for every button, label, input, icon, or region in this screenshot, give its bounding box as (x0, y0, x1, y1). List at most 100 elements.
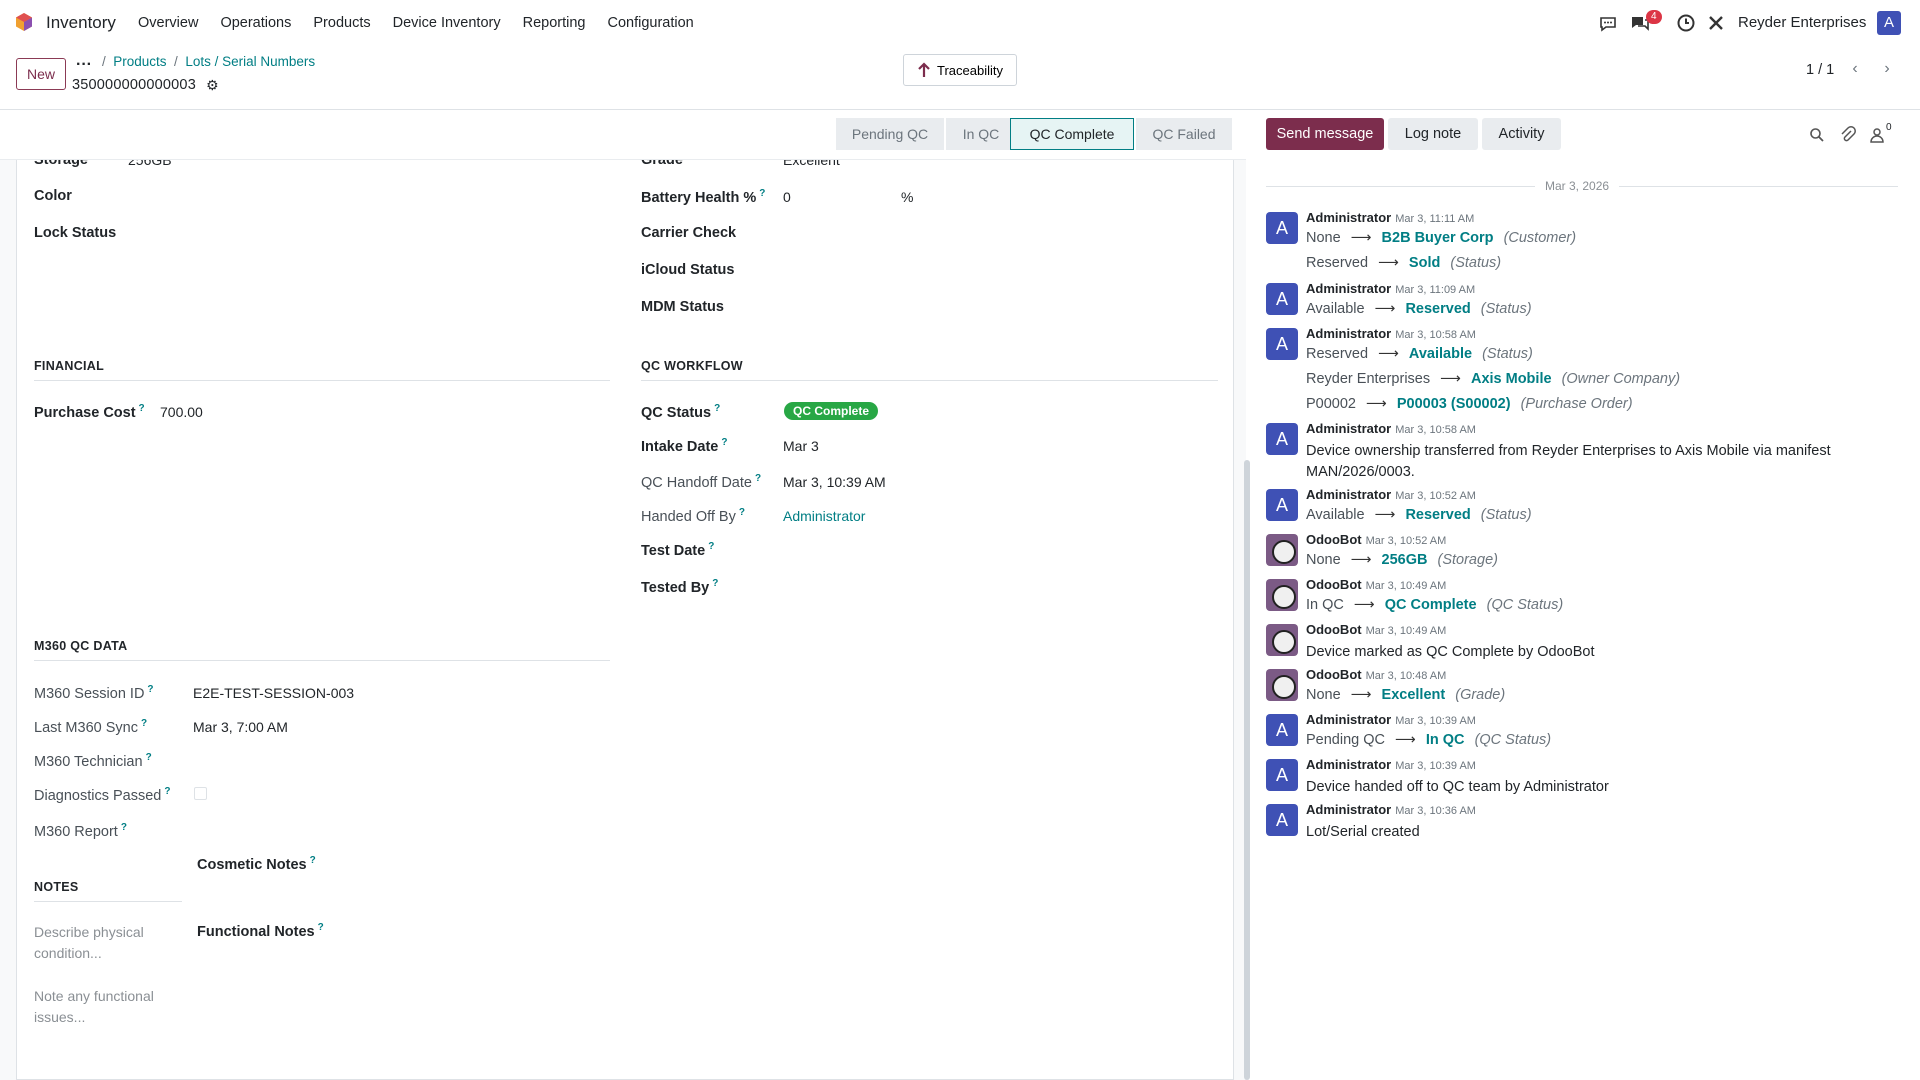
paperclip-icon[interactable] (1840, 126, 1856, 144)
traceability-button[interactable]: Traceability (903, 54, 1017, 86)
m360-session-label: M360 Session ID? (34, 684, 154, 702)
arrow-right-icon: ⟶ (1374, 301, 1396, 317)
qc-handoff-date-label: QC Handoff Date? (641, 473, 762, 491)
pager-value[interactable]: 1 / 1 (1806, 62, 1834, 78)
more-actions-icon[interactable]: ··· (76, 56, 92, 74)
old-value: None (1306, 552, 1341, 568)
message-author[interactable]: Administrator (1306, 487, 1391, 502)
old-value: P00002 (1306, 396, 1356, 412)
odoobot-avatar[interactable] (1266, 624, 1298, 656)
menu-operations[interactable]: Operations (220, 15, 291, 31)
search-icon[interactable] (1809, 127, 1825, 143)
send-message-button[interactable]: Send message (1266, 118, 1384, 150)
message-author[interactable]: OdooBot (1306, 667, 1362, 682)
battery-health-value[interactable]: 0 (783, 189, 791, 205)
tracking-line: None ⟶ 256GB (Storage) (1306, 552, 1498, 568)
last-m360-sync-value[interactable]: Mar 3, 7:00 AM (193, 719, 288, 735)
intake-date-value[interactable]: Mar 3 (783, 438, 819, 454)
field-name: (Purchase Order) (1520, 396, 1633, 412)
old-value: None (1306, 687, 1341, 703)
activity-button[interactable]: Activity (1482, 118, 1561, 150)
log-note-button[interactable]: Log note (1388, 118, 1478, 150)
new-button[interactable]: New (16, 58, 66, 90)
message-author[interactable]: OdooBot (1306, 532, 1362, 547)
message-author[interactable]: Administrator (1306, 712, 1391, 727)
user-avatar[interactable]: A (1266, 328, 1298, 360)
chat-bubble-icon[interactable] (1598, 13, 1618, 33)
menu-configuration[interactable]: Configuration (607, 15, 693, 31)
tested-by-label: Tested By? (641, 578, 719, 596)
message-time: Mar 3, 11:11 AM (1395, 213, 1475, 225)
stage-pending-qc[interactable]: Pending QC (836, 118, 944, 150)
message-author[interactable]: OdooBot (1306, 622, 1362, 637)
next-record-icon[interactable]: › (1876, 58, 1898, 80)
notification-badge: 4 (1646, 10, 1662, 24)
field-name: (QC Status) (1486, 597, 1564, 613)
tracking-line: Reserved ⟶ Available (Status) (1306, 346, 1533, 362)
stage-in-qc[interactable]: In QC (946, 118, 1016, 150)
arrow-up-icon (918, 62, 930, 77)
menu-products[interactable]: Products (313, 15, 370, 31)
gear-icon[interactable]: ⚙ (206, 77, 219, 94)
odoobot-avatar[interactable] (1266, 579, 1298, 611)
arrow-right-icon: ⟶ (1378, 346, 1399, 362)
field-name: (Status) (1480, 301, 1532, 317)
clock-icon[interactable] (1676, 13, 1696, 33)
user-avatar[interactable]: A (1877, 11, 1901, 35)
carrier-check-label: Carrier Check (641, 225, 737, 241)
control-panel: New ··· / Products / Lots / Serial Numbe… (0, 46, 1920, 110)
diagnostics-passed-checkbox[interactable] (194, 787, 207, 800)
message-author[interactable]: Administrator (1306, 326, 1391, 341)
user-avatar[interactable]: A (1266, 714, 1298, 746)
new-value: QC Complete (1384, 597, 1477, 613)
message-author[interactable]: Administrator (1306, 281, 1391, 296)
user-avatar[interactable]: A (1266, 212, 1298, 244)
old-value: Reserved (1306, 255, 1369, 271)
message-author[interactable]: Administrator (1306, 757, 1391, 772)
field-name: (Storage) (1437, 552, 1498, 568)
message-author[interactable]: Administrator (1306, 802, 1391, 817)
breadcrumb-lots[interactable]: Lots / Serial Numbers (185, 54, 315, 69)
company-switcher[interactable]: Reyder Enterprises (1738, 14, 1866, 31)
app-logo-icon[interactable] (14, 12, 34, 32)
test-date-label: Test Date? (641, 541, 715, 559)
odoobot-avatar[interactable] (1266, 534, 1298, 566)
handed-off-by-link[interactable]: Administrator (783, 508, 865, 524)
user-avatar[interactable]: A (1266, 804, 1298, 836)
form-scrollbar[interactable] (1244, 460, 1250, 1080)
top-navbar: Inventory Overview Operations Products D… (0, 0, 1920, 46)
arrow-right-icon: ⟶ (1374, 507, 1396, 523)
stage-qc-failed[interactable]: QC Failed (1136, 118, 1232, 150)
functional-notes-input[interactable]: Note any functional issues... (34, 986, 164, 1028)
tools-icon[interactable] (1706, 13, 1726, 33)
breadcrumb-products[interactable]: Products (113, 54, 166, 69)
menu-reporting[interactable]: Reporting (523, 15, 586, 31)
qc-handoff-date-value[interactable]: Mar 3, 10:39 AM (783, 474, 886, 490)
new-value: Excellent (1381, 687, 1446, 703)
purchase-cost-value[interactable]: 700.00 (160, 404, 203, 420)
message-author[interactable]: Administrator (1306, 421, 1391, 436)
followers-icon[interactable] (1870, 127, 1884, 143)
menu-device-inventory[interactable]: Device Inventory (393, 15, 501, 31)
user-avatar[interactable]: A (1266, 759, 1298, 791)
odoobot-avatar[interactable] (1266, 669, 1298, 701)
app-name[interactable]: Inventory (46, 13, 116, 33)
user-avatar[interactable]: A (1266, 423, 1298, 455)
message-author[interactable]: Administrator (1306, 210, 1391, 225)
tracking-line: Pending QC ⟶ In QC (QC Status) (1306, 732, 1551, 748)
old-value: Reyder Enterprises (1306, 371, 1431, 387)
user-avatar[interactable]: A (1266, 283, 1298, 315)
cosmetic-notes-input[interactable]: Describe physical condition... (34, 922, 164, 964)
user-avatar[interactable]: A (1266, 489, 1298, 521)
purchase-cost-label: Purchase Cost? (34, 403, 145, 421)
qc-status-label: QC Status? (641, 403, 721, 421)
menu-overview[interactable]: Overview (138, 15, 198, 31)
qc-status-badge[interactable]: QC Complete (784, 402, 879, 420)
stage-qc-complete[interactable]: QC Complete (1010, 118, 1134, 150)
message-time: Mar 3, 10:58 AM (1395, 424, 1476, 436)
message-author[interactable]: OdooBot (1306, 577, 1362, 592)
m360-session-value[interactable]: E2E-TEST-SESSION-003 (193, 685, 354, 701)
tracking-line: None ⟶ B2B Buyer Corp (Customer) (1306, 230, 1576, 246)
prev-record-icon[interactable]: ‹ (1844, 58, 1866, 80)
new-value: Reserved (1405, 301, 1471, 317)
